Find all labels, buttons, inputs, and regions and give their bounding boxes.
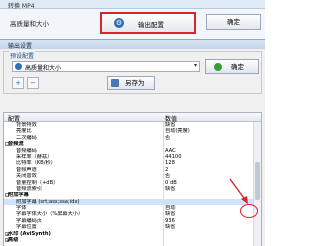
grid-section-row[interactable]: + 高级 — [4, 237, 253, 243]
save-icon — [111, 79, 119, 87]
preset-group-label: 预设配置 — [9, 51, 36, 60]
grid-scrollbar[interactable] — [253, 122, 261, 246]
save-as-label: 另存为 — [125, 79, 145, 87]
save-as-button[interactable]: 另存为 — [107, 76, 155, 90]
property-grid: 配置 数值 背景特效 缺省 亮度比 自动(亮度) 二次编码否 - 音频流 音频编码 AAC 采样率… — [3, 112, 262, 246]
output-config-button[interactable]: ⚙ 输出配置 — [100, 12, 196, 34]
preset-value: 高质量和大小 — [25, 65, 62, 72]
output-config-label: 输出配置 — [138, 21, 164, 29]
row-name: 高级 — [8, 237, 19, 244]
preset-group: 预设配置 高质量和大小 ▾ 确定 + − 另存为 — [3, 51, 262, 94]
grid-rows: 背景特效 缺省 亮度比 自动(亮度) 二次编码否 - 音频流 音频编码 AAC 采样率（赫兹） 44… — [4, 122, 253, 243]
confirm-label: 确定 — [231, 63, 244, 71]
grid-header: 配置 数值 — [4, 113, 261, 123]
background-window-titlebar: 转换 MP4 — [0, 0, 265, 10]
chevron-down-icon: ▾ — [193, 62, 197, 69]
annotation-arrow-icon — [229, 178, 248, 204]
dialog-title: 输出设置 — [8, 43, 33, 50]
background-ok-button[interactable]: 确定 — [206, 14, 261, 30]
gear-icon: ⚙ — [114, 18, 124, 28]
check-icon — [214, 63, 222, 71]
scroll-thumb[interactable] — [255, 162, 260, 200]
quality-label: 高质量和大小 — [10, 20, 49, 28]
add-preset-icon[interactable]: + — [12, 77, 24, 89]
remove-preset-icon[interactable]: − — [27, 77, 39, 89]
confirm-button[interactable]: 确定 — [205, 59, 259, 74]
output-settings-dialog: 输出设置 预设配置 高质量和大小 ▾ 确定 + − 另存为 配置 数值 背景特效… — [0, 39, 265, 246]
preset-dropdown[interactable]: 高质量和大小 ▾ — [12, 61, 200, 72]
preset-gear-icon — [15, 63, 22, 70]
dialog-titlebar: 输出设置 — [0, 40, 265, 50]
